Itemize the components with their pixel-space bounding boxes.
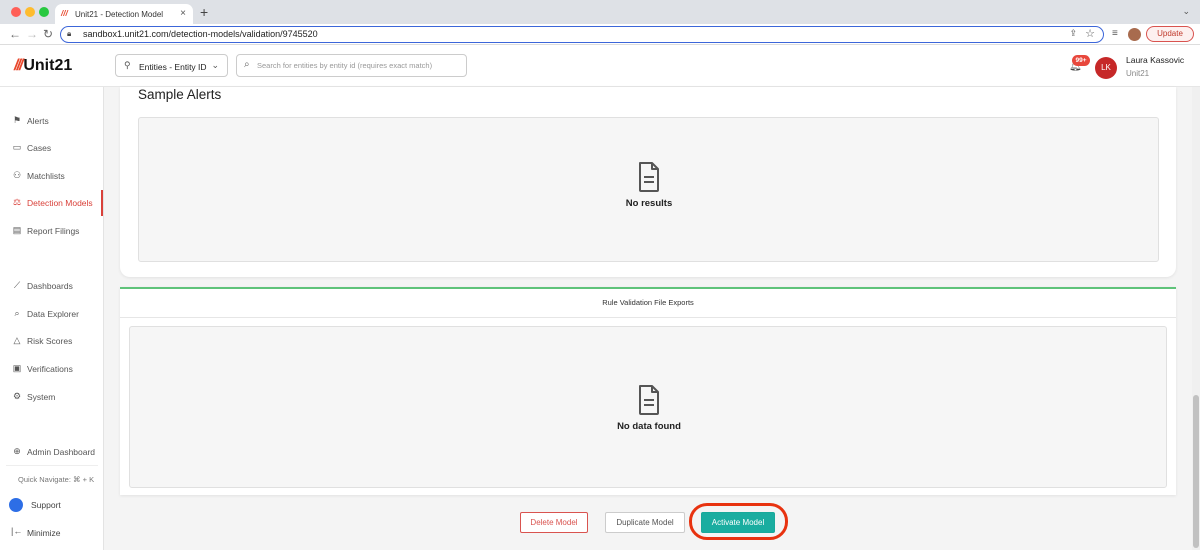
share-icon[interactable]: ⇪ <box>1069 28 1077 39</box>
exports-header: Rule Validation File Exports <box>120 289 1176 318</box>
sidebar-item-report-filings[interactable]: ▤ Report Filings <box>0 218 103 244</box>
exports-empty-state: No data found <box>129 326 1167 488</box>
chart-icon: ⟋ <box>13 280 21 290</box>
flag-icon: ⚑ <box>12 115 22 125</box>
address-bar[interactable]: 🔒︎ sandbox1.unit21.com/detection-models/… <box>60 26 1104 43</box>
browser-toolbar: ← → ↻ 🔒︎ sandbox1.unit21.com/detection-m… <box>0 24 1200 45</box>
reading-list-icon[interactable]: ≡ <box>1112 28 1118 39</box>
tab-list-chevron-icon[interactable]: ⌄ <box>1182 6 1190 17</box>
sidebar-item-data-explorer[interactable]: ⌕ Data Explorer <box>0 301 103 327</box>
sidebar-item-detection-models[interactable]: ⚖ Detection Models <box>0 190 103 216</box>
sidebar-item-system[interactable]: ⚙ System <box>0 384 103 410</box>
sidebar-item-alerts[interactable]: ⚑ Alerts <box>0 108 103 134</box>
minimize-window-button[interactable] <box>25 7 35 17</box>
briefcase-icon: ▭ <box>12 142 22 152</box>
forward-arrow-icon[interactable]: → <box>26 27 38 41</box>
browser-update-button[interactable]: Update <box>1146 26 1194 42</box>
user-plus-icon: ⚇ <box>12 170 22 180</box>
document-icon <box>639 162 659 192</box>
logo-mark: /// <box>14 57 23 74</box>
lock-icon[interactable]: 🔒︎ <box>67 29 71 39</box>
maximize-window-button[interactable] <box>39 7 49 17</box>
quick-navigate-hint: Quick Navigate: ⌘ + K <box>18 475 95 484</box>
entity-dropdown-label: Entities - Entity ID <box>139 62 207 72</box>
data-explorer-icon: ⌕ <box>14 308 20 318</box>
duplicate-model-button[interactable]: Duplicate Model <box>605 512 685 533</box>
search-icon: ⌕ <box>244 59 250 70</box>
sidebar-item-label: Risk Scores <box>27 336 73 346</box>
minimize-sidebar-icon[interactable]: |← <box>11 526 22 536</box>
logo-text: Unit21 <box>23 57 73 74</box>
browser-tab[interactable]: /// Unit21 - Detection Model × <box>55 4 193 24</box>
tab-title: Unit21 - Detection Model <box>75 10 164 19</box>
sidebar-item-label: Admin Dashboard <box>27 447 96 457</box>
back-arrow-icon[interactable]: ← <box>9 27 21 41</box>
sidebar-item-label: Cases <box>27 143 52 153</box>
person-icon: ⚲ <box>124 60 131 70</box>
sidebar-item-label: Detection Models <box>27 198 93 208</box>
sample-alerts-card: Sample Alerts No results <box>120 87 1176 277</box>
no-data-found-text: No data found <box>617 421 681 432</box>
user-name[interactable]: Laura Kassovic <box>1126 55 1184 65</box>
entity-search-input[interactable] <box>257 58 462 73</box>
sidebar-item-admin-dashboard[interactable]: ⊕ Admin Dashboard <box>0 439 103 465</box>
sidebar-item-cases[interactable]: ▭ Cases <box>0 135 103 161</box>
page-scrollbar-thumb[interactable] <box>1193 395 1199 548</box>
warning-icon: △ <box>13 335 21 345</box>
minimize-sidebar-button[interactable]: Minimize <box>27 528 61 538</box>
bookmark-star-icon[interactable]: ☆ <box>1085 27 1095 40</box>
globe-icon: ⊕ <box>13 446 21 456</box>
sample-alerts-title: Sample Alerts <box>138 87 222 102</box>
rule-validation-exports-card: Rule Validation File Exports No data fou… <box>120 287 1176 495</box>
sidebar-item-label: Alerts <box>27 116 49 126</box>
sidebar-item-label: Matchlists <box>27 171 65 181</box>
new-tab-icon[interactable]: + <box>200 4 208 20</box>
main-content: Sample Alerts No results Rule Validation… <box>104 87 1192 550</box>
entity-search[interactable]: ⌕ <box>236 54 467 77</box>
document-icon <box>639 385 659 415</box>
sidebar-item-label: Data Explorer <box>27 309 79 319</box>
scale-icon: ⚖ <box>12 197 22 207</box>
no-results-text: No results <box>625 198 673 209</box>
support-chat-icon[interactable] <box>9 498 23 512</box>
sidebar-item-matchlists[interactable]: ⚇ Matchlists <box>0 163 103 189</box>
unit21-logo[interactable]: ///Unit21 <box>14 57 72 75</box>
chevron-down-icon: ⌄ <box>211 60 219 70</box>
app-header: ///Unit21 ⚲ Entities - Entity ID ⌄ ⌕ 🔔︎ … <box>0 45 1200 87</box>
sidebar-item-label: System <box>27 392 56 402</box>
sidebar-item-label: Verifications <box>27 364 73 374</box>
entity-type-dropdown[interactable]: ⚲ Entities - Entity ID ⌄ <box>115 54 228 77</box>
sidebar-item-label: Dashboards <box>27 281 73 291</box>
id-card-icon: ▣ <box>12 363 22 373</box>
user-avatar[interactable]: LK <box>1095 57 1117 79</box>
support-link[interactable]: Support <box>31 500 61 510</box>
delete-model-button[interactable]: Delete Model <box>520 512 588 533</box>
sidebar: ⚑ Alerts ▭ Cases ⚇ Matchlists ⚖ Detection Mo… <box>0 87 104 550</box>
sidebar-divider <box>6 465 98 466</box>
sample-alerts-empty-state: No results <box>138 117 1159 262</box>
reload-icon[interactable]: ↻ <box>43 27 53 41</box>
browser-profile-avatar[interactable] <box>1128 28 1141 41</box>
sidebar-item-dashboards[interactable]: ⟋ Dashboards <box>0 273 103 299</box>
notification-count-badge: 99+ <box>1072 55 1090 66</box>
report-icon: ▤ <box>12 225 22 235</box>
gear-icon: ⚙ <box>12 391 22 401</box>
sidebar-item-verifications[interactable]: ▣ Verifications <box>0 356 103 382</box>
sidebar-item-risk-scores[interactable]: △ Risk Scores <box>0 328 103 354</box>
browser-tab-bar: /// Unit21 - Detection Model × + ⌄ <box>0 0 1200 24</box>
close-tab-icon[interactable]: × <box>180 8 186 19</box>
sidebar-item-label: Report Filings <box>27 226 80 236</box>
unit21-favicon-icon: /// <box>61 9 68 18</box>
user-org: Unit21 <box>1126 69 1150 78</box>
activate-model-button[interactable]: Activate Model <box>701 512 775 533</box>
url-text: sandbox1.unit21.com/detection-models/val… <box>83 29 318 39</box>
close-window-button[interactable] <box>11 7 21 17</box>
